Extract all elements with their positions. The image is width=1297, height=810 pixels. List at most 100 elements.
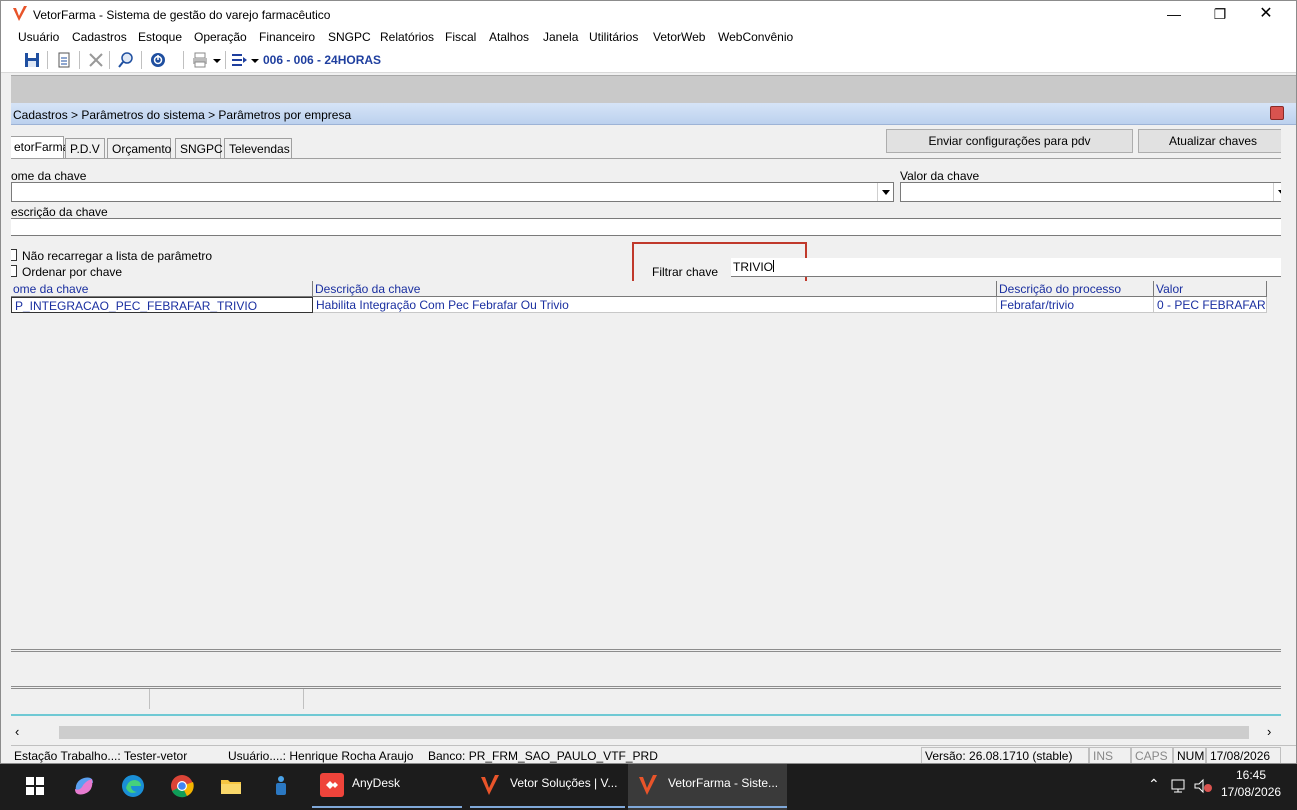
col-key-name[interactable]: ome da chave <box>11 281 313 297</box>
filter-key-input[interactable]: TRIVIO <box>731 258 1281 277</box>
menu-cadastros[interactable]: Cadastros <box>72 30 127 44</box>
taskbar-clock-date[interactable]: 17/08/2026 <box>1221 785 1281 799</box>
table-cell-key-description[interactable]: Habilita Integração Com Pec Febrafar Ou … <box>313 297 997 313</box>
status-version: Versão: 26.08.1710 (stable) <box>921 747 1089 763</box>
tab-orcamento[interactable]: Orçamento <box>107 138 171 158</box>
tab-sngpc[interactable]: SNGPC <box>175 138 223 158</box>
chevron-down-icon[interactable] <box>1273 183 1281 201</box>
col-process-description[interactable]: Descrição do processo <box>997 281 1154 297</box>
info-cell <box>11 689 150 709</box>
chevron-right-icon[interactable]: › <box>1267 724 1271 739</box>
edge-browser-icon[interactable] <box>120 773 146 799</box>
col-value[interactable]: Valor <box>1154 281 1267 297</box>
scrollbar-thumb[interactable] <box>59 726 1249 739</box>
chevron-up-icon[interactable]: ⌃ <box>1148 776 1160 793</box>
send-pdv-config-button[interactable]: Enviar configurações para pdv <box>886 129 1133 153</box>
key-value-combo[interactable] <box>900 182 1281 202</box>
menu-webconvenio[interactable]: WebConvênio <box>718 30 793 44</box>
status-user: Usuário....: Henrique Rocha Araujo <box>228 749 414 763</box>
save-icon[interactable] <box>23 51 41 69</box>
toolbar-separator <box>109 51 110 69</box>
windows-start-icon[interactable] <box>22 773 48 799</box>
volume-muted-icon[interactable] <box>1193 778 1213 794</box>
chevron-down-icon[interactable] <box>212 51 222 69</box>
mdi-header-band <box>11 75 1296 103</box>
chevron-left-icon[interactable]: ‹ <box>15 724 19 739</box>
chevron-down-icon[interactable] <box>250 51 260 69</box>
vetorfarma-logo-icon <box>639 775 657 795</box>
status-station: Estação Trabalho...: Tester-vetor <box>14 749 188 763</box>
filter-key-label: Filtrar chave <box>652 265 719 279</box>
table-cell-key-name[interactable]: P_INTEGRACAO_PEC_FEBRAFAR_TRIVIO <box>11 297 313 313</box>
key-description-label: escrição da chave <box>11 205 108 219</box>
menu-relatorios[interactable]: Relatórios <box>380 30 434 44</box>
table-cell-process[interactable]: Febrafar/trivio <box>997 297 1154 313</box>
menu-estoque[interactable]: Estoque <box>138 30 182 44</box>
title-bar: VetorFarma - Sistema de gestão do varejo… <box>1 1 1296 27</box>
no-reload-checkbox[interactable] <box>11 249 17 261</box>
menu-financeiro[interactable]: Financeiro <box>259 30 315 44</box>
store-selector[interactable]: 006 - 006 - 24HORAS <box>263 53 381 67</box>
store-list-icon[interactable] <box>230 51 248 69</box>
key-name-combo[interactable] <box>11 182 894 202</box>
tab-televendas[interactable]: Televendas <box>224 138 292 158</box>
taskbar-item-label: AnyDesk <box>352 776 401 790</box>
menu-operacao[interactable]: Operação <box>194 30 247 44</box>
key-description-input[interactable] <box>11 218 1281 236</box>
horizontal-scrollbar[interactable]: ‹ › <box>11 724 1281 741</box>
menu-janela[interactable]: Janela <box>543 30 578 44</box>
taskbar-clock-time[interactable]: 16:45 <box>1236 768 1266 782</box>
printer-icon[interactable] <box>191 51 209 69</box>
key-value-label: Valor da chave <box>900 169 980 183</box>
accent-line <box>11 714 1281 716</box>
tab-pdv[interactable]: P.D.V <box>65 138 105 158</box>
chrome-browser-icon[interactable] <box>169 773 195 799</box>
search-icon[interactable] <box>117 51 135 69</box>
network-icon[interactable] <box>1170 778 1188 794</box>
filter-key-value: TRIVIO <box>733 260 774 274</box>
panel-divider <box>11 649 1281 652</box>
app-launcher-icon[interactable] <box>268 773 294 799</box>
taskbar: AnyDesk Vetor Soluções | V... VetorFarma… <box>0 764 1297 810</box>
taskbar-active-indicator <box>628 806 787 808</box>
taskbar-anydesk[interactable]: AnyDesk <box>312 764 462 810</box>
order-by-key-checkbox[interactable] <box>11 265 17 277</box>
new-document-icon[interactable] <box>55 51 73 69</box>
text-caret <box>773 260 775 272</box>
update-keys-button[interactable]: Atualizar chaves <box>1138 129 1281 153</box>
toolbar-separator <box>47 51 48 69</box>
taskbar-active-indicator <box>470 806 625 808</box>
tab-vetorfarma[interactable]: etorFarma <box>11 136 69 158</box>
vetorfarma-logo-icon <box>13 6 27 21</box>
menu-sngpc[interactable]: SNGPC <box>328 30 371 44</box>
tab-strip-divider <box>11 158 1281 159</box>
power-icon[interactable] <box>149 51 167 69</box>
menu-vetorweb[interactable]: VetorWeb <box>653 30 705 44</box>
close-window-button[interactable]: ✕ <box>1243 1 1289 27</box>
taskbar-item-label: VetorFarma - Siste... <box>668 776 779 790</box>
menu-usuario[interactable]: Usuário <box>18 30 59 44</box>
menu-atalhos[interactable]: Atalhos <box>489 30 529 44</box>
status-date: 17/08/2026 <box>1206 747 1281 763</box>
minimize-button[interactable]: — <box>1151 1 1197 27</box>
toolbar-separator <box>183 51 184 69</box>
status-bar: Estação Trabalho...: Tester-vetor Usuári… <box>11 745 1296 763</box>
file-explorer-icon[interactable] <box>218 773 244 799</box>
col-key-description[interactable]: Descrição da chave <box>313 281 997 297</box>
close-form-icon[interactable] <box>1270 106 1284 120</box>
breadcrumb-bar: Cadastros > Parâmetros do sistema > Parâ… <box>11 103 1296 125</box>
taskbar-item-label: Vetor Soluções | V... <box>510 776 618 790</box>
status-ins: INS <box>1089 747 1131 763</box>
taskbar-vetorfarma[interactable]: VetorFarma - Siste... <box>628 764 787 810</box>
taskbar-vetor-solucoes[interactable]: Vetor Soluções | V... <box>470 764 625 810</box>
copilot-icon[interactable] <box>71 773 97 799</box>
delete-icon[interactable] <box>87 51 105 69</box>
anydesk-icon <box>320 773 344 797</box>
status-caps: CAPS <box>1131 747 1173 763</box>
table-cell-value[interactable]: 0 - PEC FEBRAFAR <box>1154 297 1267 313</box>
menu-utilitarios[interactable]: Utilitários <box>589 30 638 44</box>
taskbar-active-indicator <box>312 806 462 808</box>
chevron-down-icon[interactable] <box>877 183 893 201</box>
menu-fiscal[interactable]: Fiscal <box>445 30 476 44</box>
restore-button[interactable]: ❐ <box>1197 1 1243 27</box>
